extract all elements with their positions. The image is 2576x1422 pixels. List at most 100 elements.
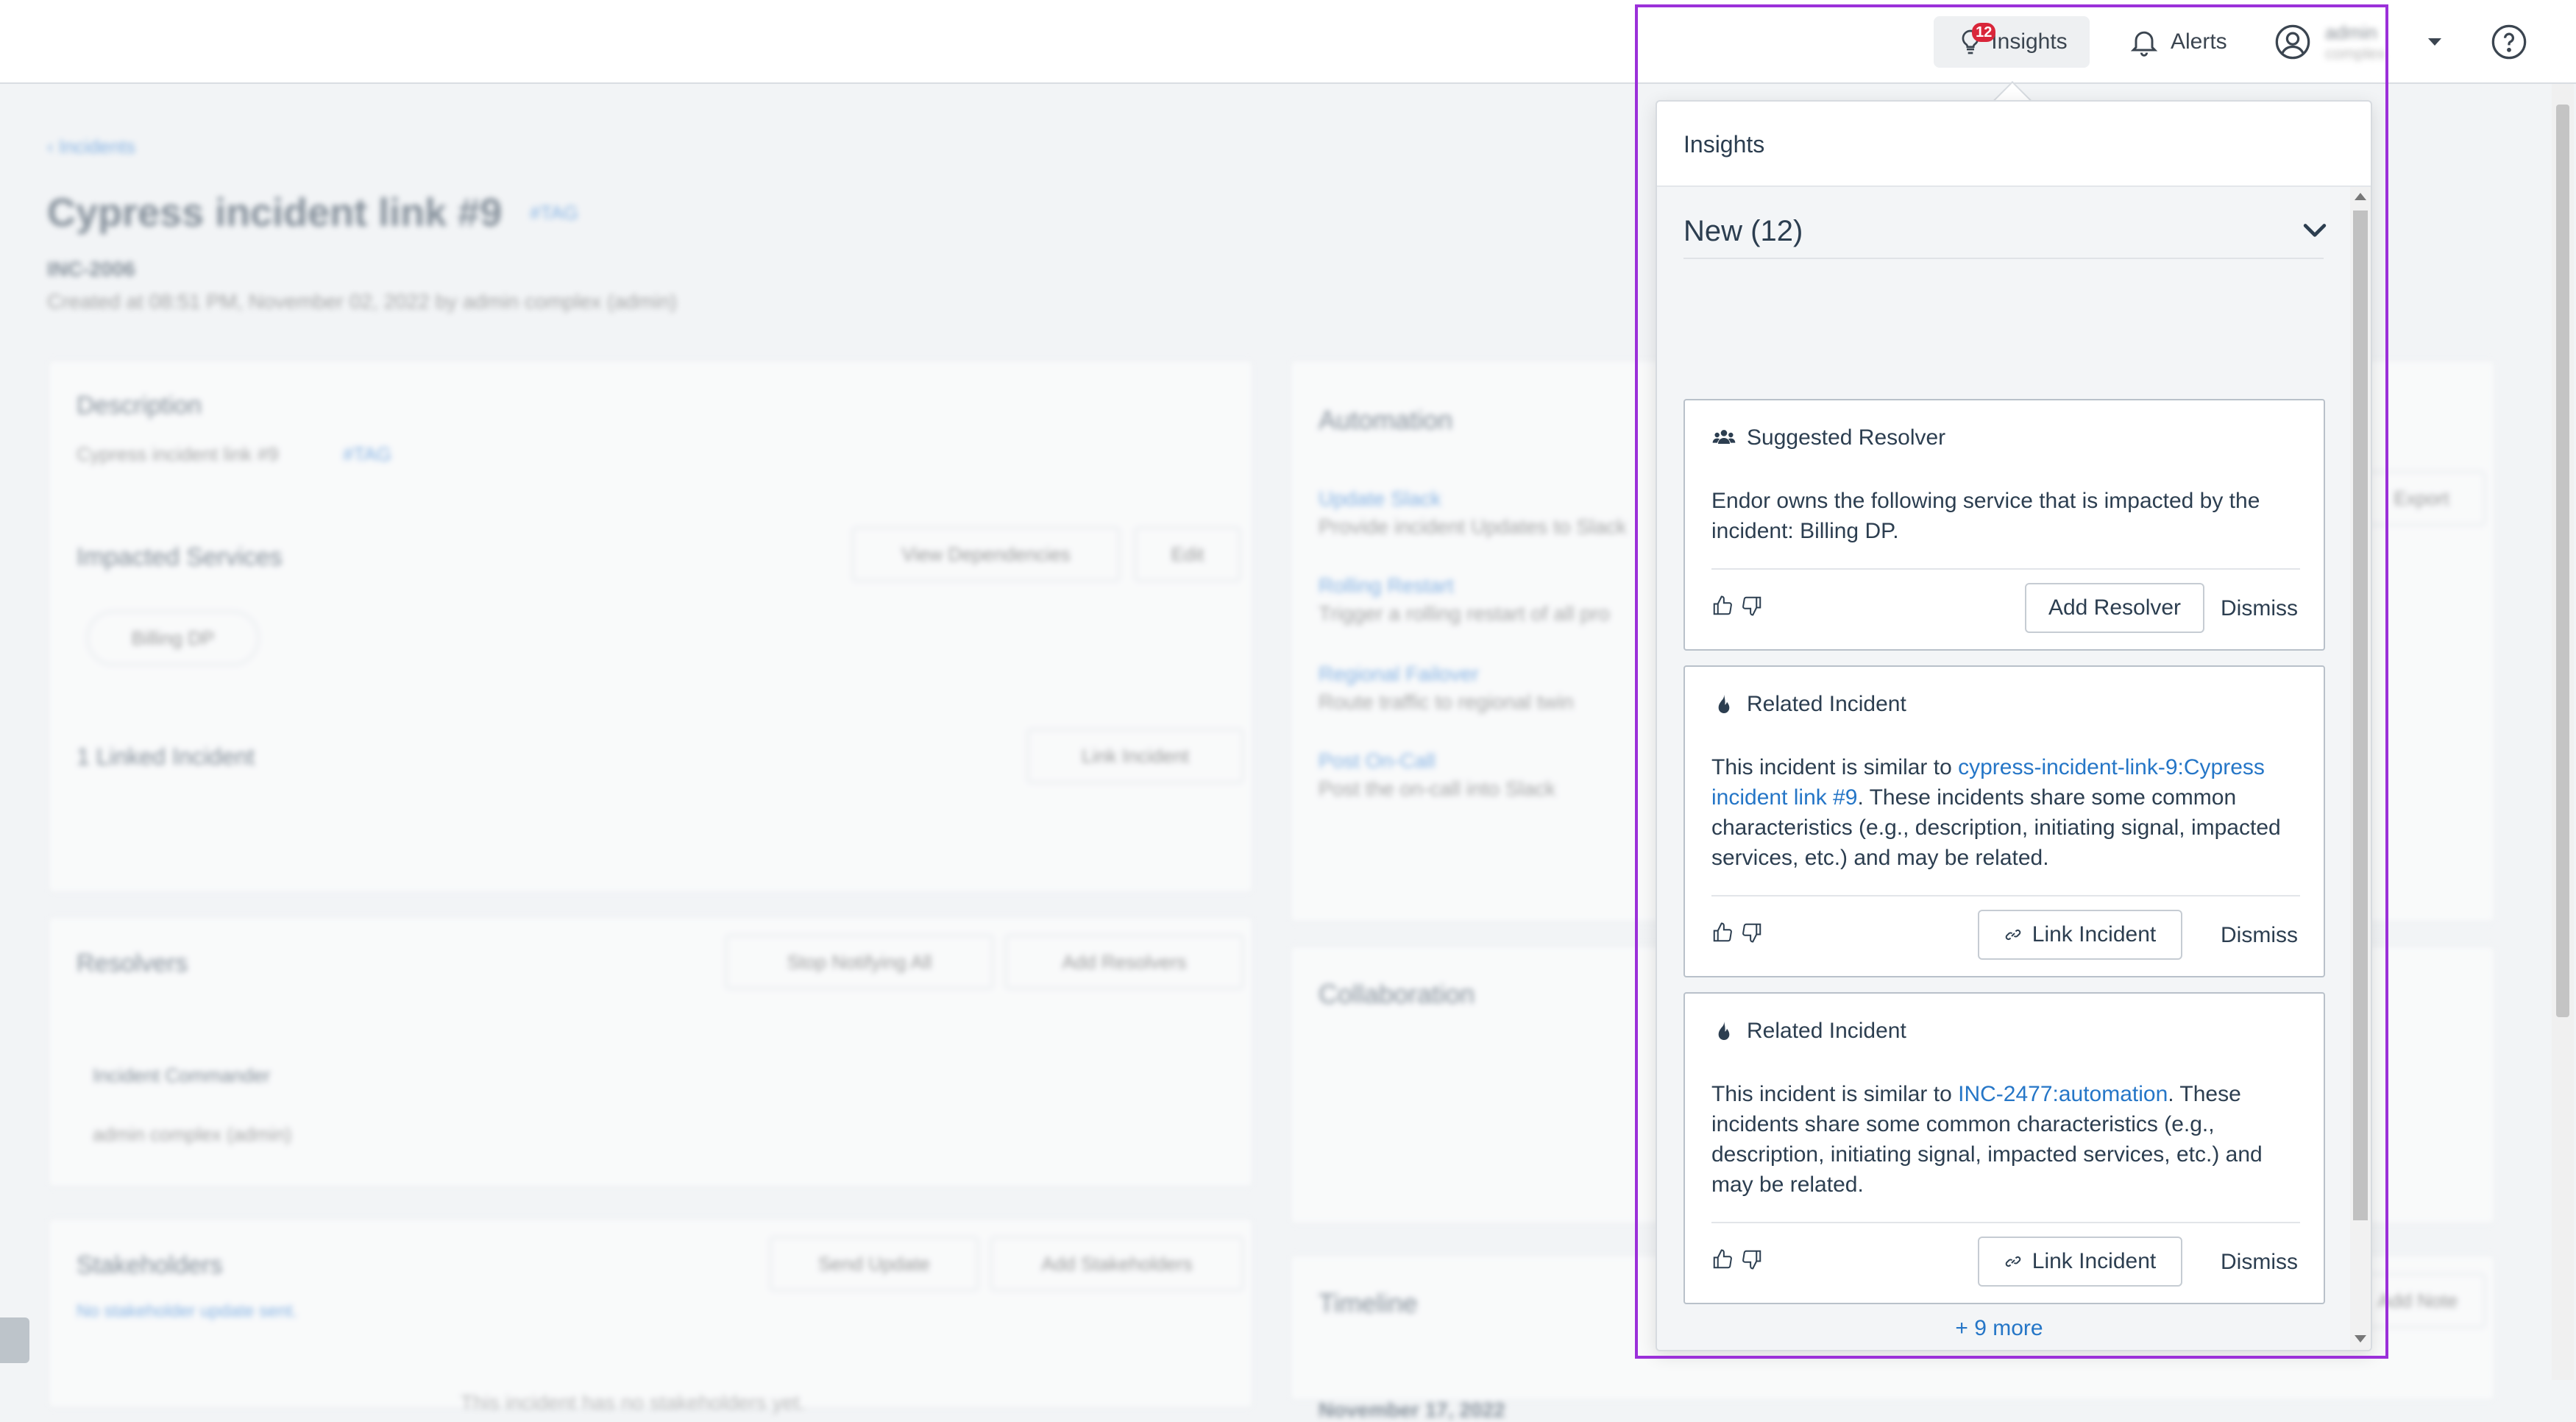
incident-id: INC-2006 bbox=[47, 258, 135, 280]
edit-services-button[interactable]: Edit bbox=[1135, 527, 1241, 581]
automation-item-name[interactable]: Update Slack bbox=[1319, 487, 1441, 511]
insight-header: Related Incident bbox=[1711, 692, 1906, 717]
automation-item-desc: Provide incident Updates to Slack bbox=[1319, 515, 1627, 538]
description-text: Cypress incident link #9 bbox=[77, 443, 279, 465]
insight-type-label: Related Incident bbox=[1747, 1019, 1906, 1043]
dismiss-button[interactable]: Dismiss bbox=[2221, 1250, 2298, 1275]
help-circle-icon bbox=[2490, 23, 2528, 61]
alerts-label: Alerts bbox=[2171, 29, 2227, 54]
collaboration-title: Collaboration bbox=[1319, 979, 1475, 1009]
collapse-sidebar-handle[interactable] bbox=[0, 1317, 29, 1363]
insights-panel-scrollbar[interactable] bbox=[2350, 187, 2371, 1350]
users-icon bbox=[1711, 425, 1736, 450]
top-navigation-bar: 12 Insights Alerts admin complex bbox=[0, 0, 2576, 84]
automation-item-name[interactable]: Rolling Restart bbox=[1319, 574, 1454, 598]
insights-panel-body: New (12) Suggested Resolver Endor owns t… bbox=[1657, 187, 2371, 1350]
impacted-services-title: Impacted Services bbox=[77, 543, 283, 571]
description-tag[interactable]: #TAG bbox=[343, 443, 391, 466]
user-org: complex bbox=[2325, 43, 2385, 63]
feedback-buttons bbox=[1711, 1248, 1763, 1270]
timeline-title: Timeline bbox=[1319, 1288, 1418, 1318]
user-menu[interactable]: admin complex bbox=[2274, 16, 2441, 68]
created-line: Created at 08:51 PM, November 02, 2022 b… bbox=[47, 290, 677, 313]
insight-description: This incident is similar to INC-2477:aut… bbox=[1711, 1082, 2263, 1197]
link-icon bbox=[2004, 1253, 2022, 1270]
link-incident-button[interactable]: Link Incident bbox=[1978, 1237, 2182, 1287]
link-icon bbox=[2004, 926, 2022, 944]
resolvers-card: Resolvers Stop Notifying All Add Resolve… bbox=[47, 916, 1254, 1188]
commander-header: Incident Commander bbox=[93, 1064, 271, 1086]
insight-description: This incident is similar to cypress-inci… bbox=[1711, 755, 2281, 870]
insights-label: Insights bbox=[1991, 29, 2068, 54]
insight-type-label: Related Incident bbox=[1747, 692, 1906, 716]
thumbs-up-icon[interactable] bbox=[1711, 595, 1734, 617]
insights-panel-title: Insights bbox=[1683, 131, 1765, 158]
stakeholders-card: Stakeholders Send Update Add Stakeholder… bbox=[47, 1217, 1254, 1414]
add-resolver-button[interactable]: Add Resolver bbox=[2025, 583, 2204, 633]
add-resolvers-button[interactable]: Add Resolvers bbox=[1005, 935, 1243, 989]
section-divider bbox=[1683, 258, 2324, 259]
send-update-button[interactable]: Send Update bbox=[770, 1237, 979, 1291]
incident-tag[interactable]: #TAG bbox=[530, 202, 578, 224]
insight-divider bbox=[1711, 895, 2300, 896]
automation-item-name[interactable]: Post On-Call bbox=[1319, 749, 1436, 773]
feedback-buttons bbox=[1711, 595, 1763, 617]
dismiss-button[interactable]: Dismiss bbox=[2221, 923, 2298, 948]
thumbs-down-icon[interactable] bbox=[1741, 595, 1763, 617]
resolvers-title: Resolvers bbox=[77, 949, 188, 977]
insight-card-suggested-resolver: Suggested Resolver Endor owns the follow… bbox=[1683, 399, 2325, 651]
help-button[interactable] bbox=[2490, 16, 2528, 68]
description-title: Description bbox=[77, 392, 202, 420]
insight-header: Suggested Resolver bbox=[1711, 425, 1945, 450]
page-scrollbar-thumb[interactable] bbox=[2556, 105, 2569, 1017]
export-button[interactable]: Export bbox=[2357, 471, 2485, 526]
stop-notifying-button[interactable]: Stop Notifying All bbox=[725, 935, 993, 989]
insights-count-badge: 12 bbox=[1972, 23, 1996, 42]
scroll-down-arrow-icon[interactable] bbox=[2355, 1335, 2366, 1343]
insight-card-related-incident: Related Incident This incident is simila… bbox=[1683, 992, 2325, 1304]
insight-divider bbox=[1711, 568, 2300, 570]
dismiss-button[interactable]: Dismiss bbox=[2221, 596, 2298, 621]
insights-panel: Insights New (12) Suggested Resolver End… bbox=[1656, 100, 2372, 1351]
insight-divider bbox=[1711, 1222, 2300, 1223]
no-stakeholder-updates: No stakeholder update sent. bbox=[77, 1301, 298, 1321]
thumbs-up-icon[interactable] bbox=[1711, 1248, 1734, 1270]
automation-item-desc: Trigger a rolling restart of all pro bbox=[1319, 602, 1610, 625]
incident-details-card: Description Cypress incident link #9 #TA… bbox=[47, 359, 1254, 894]
related-incident-link[interactable]: INC-2477:automation bbox=[1958, 1082, 2168, 1106]
automation-item-desc: Post the on-call into Slack bbox=[1319, 777, 1556, 800]
new-insights-section-title: New (12) bbox=[1683, 215, 1803, 247]
chevron-down-icon[interactable] bbox=[2299, 213, 2331, 246]
add-stakeholders-button[interactable]: Add Stakeholders bbox=[990, 1237, 1243, 1291]
thumbs-down-icon[interactable] bbox=[1741, 922, 1763, 944]
feedback-buttons bbox=[1711, 922, 1763, 944]
user-name: admin bbox=[2325, 21, 2377, 43]
page-scrollbar[interactable] bbox=[2552, 84, 2574, 1380]
insight-header: Related Incident bbox=[1711, 1019, 1906, 1044]
link-incident-bg-button[interactable]: Link Incident bbox=[1027, 729, 1243, 783]
scroll-up-arrow-icon[interactable] bbox=[2355, 193, 2366, 200]
stakeholders-title: Stakeholders bbox=[77, 1251, 223, 1279]
bell-icon bbox=[2128, 26, 2160, 58]
insight-card-related-incident: Related Incident This incident is simila… bbox=[1683, 665, 2325, 977]
insights-scrollbar-thumb[interactable] bbox=[2353, 211, 2368, 1220]
service-chip[interactable]: Billing DP bbox=[87, 611, 259, 665]
show-more-insights-link[interactable]: + 9 more bbox=[1657, 1316, 2341, 1341]
view-dependencies-button[interactable]: View Dependencies bbox=[852, 527, 1120, 581]
insights-button[interactable]: 12 Insights bbox=[1934, 16, 2090, 68]
lightbulb-icon: 12 bbox=[1956, 23, 1996, 57]
breadcrumb[interactable]: ‹ Incidents bbox=[47, 135, 135, 158]
no-stakeholders-text: This incident has no stakeholders yet. bbox=[461, 1391, 806, 1414]
automation-item-name[interactable]: Regional Failover bbox=[1319, 662, 1479, 686]
user-avatar-icon bbox=[2274, 23, 2312, 61]
thumbs-up-icon[interactable] bbox=[1711, 922, 1734, 944]
caret-down-icon bbox=[2427, 38, 2441, 46]
thumbs-down-icon[interactable] bbox=[1741, 1248, 1763, 1270]
link-incident-button[interactable]: Link Incident bbox=[1978, 910, 2182, 960]
incident-title: Cypress incident link #9 bbox=[47, 191, 503, 235]
timeline-date: November 17, 2022 bbox=[1319, 1398, 1505, 1421]
alerts-button[interactable]: Alerts bbox=[2128, 16, 2227, 68]
flame-icon bbox=[1711, 692, 1736, 717]
automation-title: Automation bbox=[1319, 405, 1453, 435]
linked-incident-toggle[interactable]: 1 Linked Incident bbox=[77, 743, 255, 771]
